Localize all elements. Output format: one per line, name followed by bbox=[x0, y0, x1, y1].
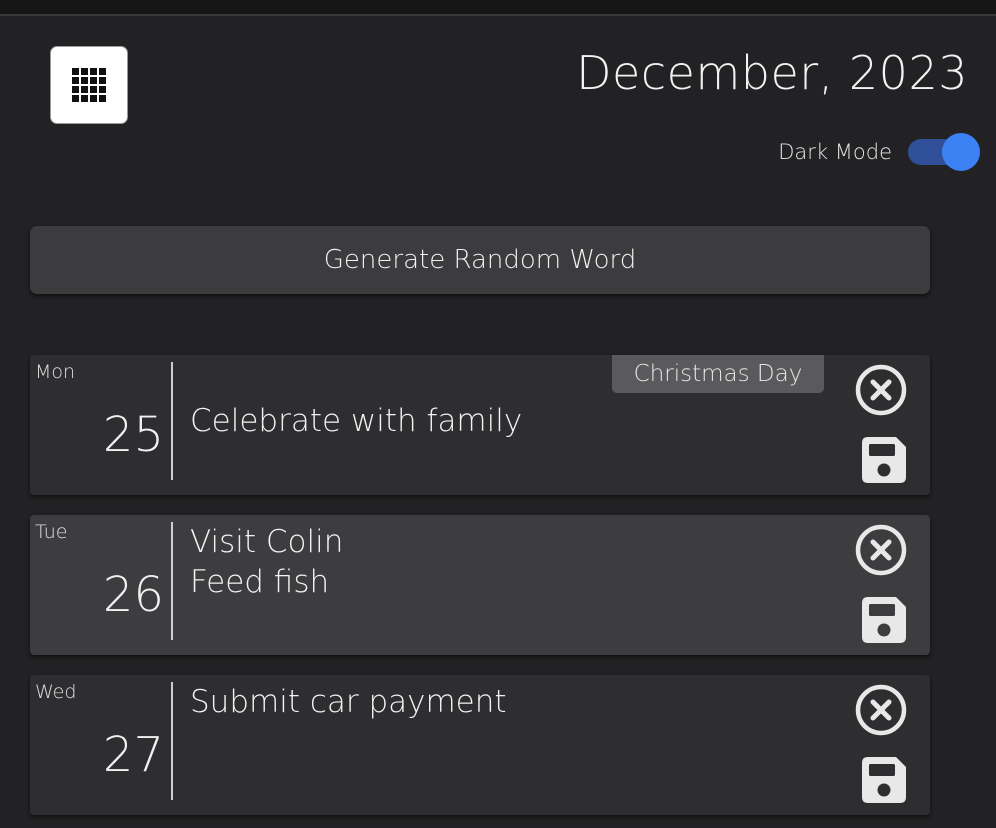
weekday-label: Mon bbox=[35, 361, 76, 383]
circle-x-icon bbox=[855, 364, 907, 416]
grid-icon bbox=[72, 68, 106, 102]
holiday-badge: Christmas Day bbox=[612, 355, 824, 393]
grid-menu-button[interactable] bbox=[50, 46, 128, 124]
dark-mode-label: Dark Mode bbox=[778, 140, 892, 164]
save-button[interactable] bbox=[858, 595, 908, 645]
delete-button[interactable] bbox=[854, 363, 908, 417]
floppy-disk-icon bbox=[862, 437, 906, 483]
task-item: Celebrate with family bbox=[190, 403, 523, 439]
save-button[interactable] bbox=[858, 435, 908, 485]
task-editor[interactable]: Celebrate with family bbox=[190, 401, 830, 481]
day-row: Mon 25 Christmas Day Celebrate with fami… bbox=[30, 355, 930, 495]
top-bar bbox=[0, 0, 996, 16]
floppy-disk-icon bbox=[862, 757, 906, 803]
dark-mode-control: Dark Mode bbox=[778, 132, 980, 172]
day-divider bbox=[171, 362, 173, 480]
day-row: Tue 26 Visit Colin Feed fish bbox=[30, 515, 930, 655]
day-divider bbox=[171, 522, 173, 640]
delete-button[interactable] bbox=[854, 683, 908, 737]
day-divider bbox=[171, 682, 173, 800]
generate-random-word-button[interactable]: Generate Random Word bbox=[30, 226, 930, 294]
day-number: 25 bbox=[102, 407, 164, 463]
weekday-label: Tue bbox=[35, 521, 68, 543]
circle-x-icon bbox=[855, 524, 907, 576]
task-editor[interactable]: Visit Colin Feed fish bbox=[190, 522, 830, 602]
task-item: Feed fish bbox=[190, 564, 330, 600]
dark-mode-toggle[interactable] bbox=[908, 132, 980, 172]
weekday-label: Wed bbox=[35, 681, 77, 703]
save-button[interactable] bbox=[858, 755, 908, 805]
delete-button[interactable] bbox=[854, 523, 908, 577]
task-item: Submit car payment bbox=[190, 684, 507, 720]
day-number: 26 bbox=[102, 567, 164, 623]
task-editor[interactable]: Submit car payment bbox=[190, 682, 830, 762]
day-number: 27 bbox=[102, 727, 164, 783]
month-title: December, 2023 bbox=[576, 46, 968, 100]
task-item: Visit Colin bbox=[190, 524, 344, 560]
floppy-disk-icon bbox=[862, 597, 906, 643]
toggle-knob[interactable] bbox=[942, 133, 980, 171]
day-row: Wed 27 Submit car payment bbox=[30, 675, 930, 815]
circle-x-icon bbox=[855, 684, 907, 736]
